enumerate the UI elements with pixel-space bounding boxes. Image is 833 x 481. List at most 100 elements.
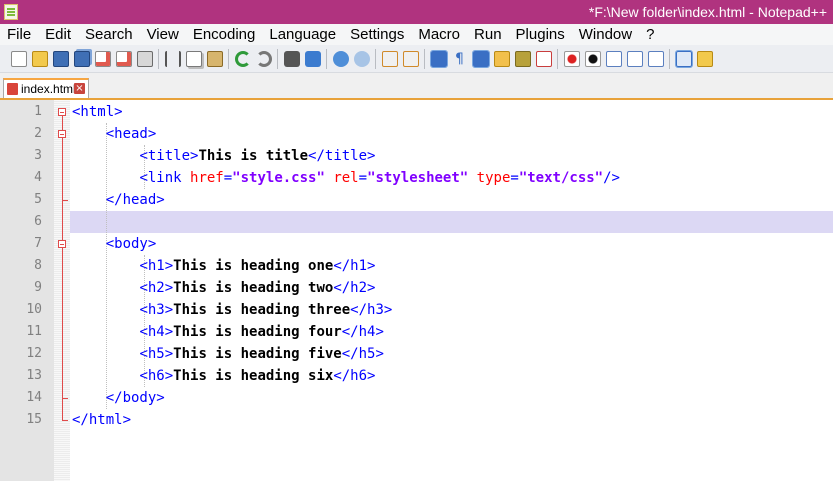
folder-as-workspace-icon[interactable] [696,50,713,67]
redo-icon[interactable] [255,50,272,67]
toolbar-separator [557,48,558,69]
open-file-icon[interactable] [31,50,48,67]
html-tag: = [510,170,519,186]
code-line[interactable]: <html> [72,101,123,123]
menu-encoding[interactable]: Encoding [186,24,263,45]
fold-toggle-icon[interactable] [58,108,66,116]
html-tag: /> [603,170,620,186]
code-line[interactable]: </html> [72,409,131,431]
zoom-in-icon[interactable] [332,50,349,67]
play-macro-icon[interactable] [605,50,622,67]
toolbar: ¶ [0,45,833,73]
menu-search[interactable]: Search [78,24,140,45]
text-content: This is heading three [173,302,351,318]
html-tag: </h2> [333,280,376,296]
html-tag [468,170,476,186]
code-line[interactable]: <body> [72,233,157,255]
replace-icon[interactable] [304,50,321,67]
code-line[interactable]: <h4>This is heading four</h4> [72,321,383,343]
text-content: This is heading five [173,346,342,362]
tab-index-html[interactable]: index.html × [3,78,89,98]
code-line[interactable]: <h2>This is heading two</h2> [72,277,375,299]
close-tab-icon[interactable]: × [74,83,85,94]
html-tag: <html> [72,104,123,120]
window-title: *F:\New folder\index.html - Notepad++ [588,4,827,20]
menu-window[interactable]: Window [572,24,639,45]
code-line[interactable]: <h5>This is heading five</h5> [72,343,383,365]
find-icon[interactable] [283,50,300,67]
code-line[interactable]: <link href="style.css" rel="stylesheet" … [72,167,620,189]
editor[interactable]: 1 2 3 4 5 6 7 8 9 10 11 12 13 14 15 <html> <head> <tit… [0,100,833,481]
menu-help[interactable]: ? [639,24,661,45]
code-line[interactable]: <title>This is title</title> [72,145,375,167]
code-line[interactable]: <h1>This is heading one</h1> [72,255,375,277]
menu-macro[interactable]: Macro [411,24,467,45]
menu-view[interactable]: View [140,24,186,45]
sync-horizontal-icon[interactable] [402,50,419,67]
menu-file[interactable]: File [0,24,38,45]
cut-icon[interactable] [164,50,181,67]
run-macro-multiple-icon[interactable] [626,50,643,67]
menu-settings[interactable]: Settings [343,24,411,45]
toolbar-separator [158,48,159,69]
modified-file-icon [7,83,18,95]
code-line[interactable]: </body> [72,387,165,409]
record-macro-icon[interactable] [563,50,580,67]
menu-bar: File Edit Search View Encoding Language Settin… [0,24,833,45]
print-icon[interactable] [136,50,153,67]
line-number: 15 [26,412,42,427]
save-macro-icon[interactable] [647,50,664,67]
html-tag: </h1> [333,258,376,274]
paste-icon[interactable] [206,50,223,67]
tab-bar: index.html × [0,73,833,100]
attribute-value: "style.css" [232,170,325,186]
text-content: This is heading four [173,324,342,340]
menu-run[interactable]: Run [467,24,509,45]
code-line[interactable]: <h3>This is heading three</h3> [72,299,392,321]
spell-check-icon[interactable] [674,49,693,68]
fold-end-marker [62,420,68,421]
line-number: 12 [26,346,42,361]
save-all-icon[interactable] [73,50,90,67]
html-tag: </h3> [350,302,393,318]
stop-recording-icon[interactable] [584,50,601,67]
sync-vertical-icon[interactable] [381,50,398,67]
menu-edit[interactable]: Edit [38,24,78,45]
user-defined-language-icon[interactable] [493,50,510,67]
menu-language[interactable]: Language [262,24,343,45]
fold-end-marker [62,200,68,201]
html-tag: = [358,170,368,186]
save-icon[interactable] [52,50,69,67]
text-content: This is heading one [173,258,334,274]
menu-plugins[interactable]: Plugins [509,24,572,45]
attribute-name: href [190,170,224,186]
word-wrap-icon[interactable] [429,49,448,68]
line-number: 14 [26,390,42,405]
zoom-out-icon[interactable] [353,50,370,67]
html-tag: <head> [105,126,157,142]
text-content: This is title [198,148,309,164]
line-number: 4 [34,170,42,185]
close-all-icon[interactable] [115,50,132,67]
code-line[interactable]: <h6>This is heading six</h6> [72,365,375,387]
function-list-icon[interactable] [535,50,552,67]
fold-toggle-icon[interactable] [58,240,66,248]
code-line[interactable]: </head> [72,189,165,211]
new-file-icon[interactable] [10,50,27,67]
notepad-plus-plus-app-icon[interactable] [4,4,18,20]
undo-icon[interactable] [234,50,251,67]
close-icon[interactable] [94,50,111,67]
show-all-characters-icon[interactable]: ¶ [452,51,468,67]
document-map-icon[interactable] [514,50,531,67]
toolbar-separator [375,48,376,69]
copy-icon[interactable] [185,50,202,67]
title-bar[interactable]: *F:\New folder\index.html - Notepad++ [0,0,833,24]
fold-toggle-icon[interactable] [58,130,66,138]
html-tag: <body> [105,236,157,252]
code-line[interactable]: <head> [72,123,157,145]
indent-guide-icon[interactable] [471,49,490,68]
line-number: 8 [34,258,42,273]
